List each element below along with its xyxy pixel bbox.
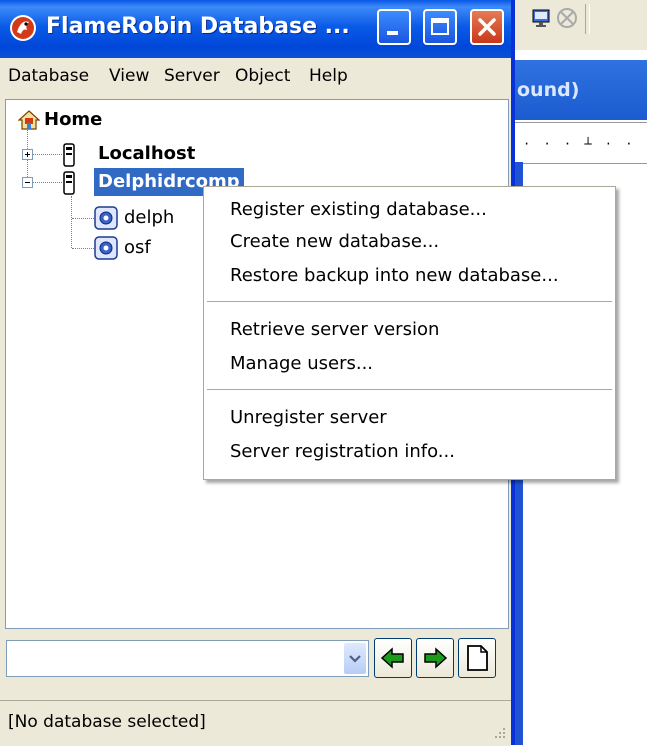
title-bar[interactable]: FlameRobin Database ...: [0, 0, 511, 58]
menu-item-server-registration-info[interactable]: Server registration info...: [230, 437, 455, 467]
dropdown-button[interactable]: [344, 643, 366, 674]
menu-view[interactable]: View: [109, 66, 149, 86]
forward-button[interactable]: [416, 638, 454, 678]
minimize-icon: [387, 31, 398, 35]
tree-connector: [72, 248, 94, 249]
server-context-menu: Register existing database... Create new…: [203, 186, 616, 480]
plus-icon: [25, 152, 30, 157]
tree-connector: [28, 154, 62, 155]
home-icon: [18, 110, 40, 130]
close-button[interactable]: [470, 9, 504, 45]
status-text: [No database selected]: [8, 712, 206, 732]
toolbar-separator: [585, 4, 590, 34]
background-ruler: · · · ┴ · ·: [515, 122, 647, 164]
flamerobin-app-icon: [10, 15, 36, 41]
menu-item-restore-backup[interactable]: Restore backup into new database...: [230, 261, 559, 291]
tree-connector: [71, 196, 72, 248]
ruler-ticks: · · · ┴ · ·: [523, 137, 636, 151]
maximize-button[interactable]: [423, 9, 457, 45]
expand-icon[interactable]: [22, 149, 33, 160]
chevron-down-icon: [349, 655, 361, 663]
menu-item-retrieve-server-version[interactable]: Retrieve server version: [230, 315, 439, 345]
tree-label-localhost: Localhost: [98, 143, 196, 164]
server-icon: [63, 171, 75, 195]
search-combo[interactable]: [6, 640, 369, 677]
forward-arrow-icon: [424, 647, 448, 669]
new-document-icon: [467, 645, 488, 671]
menu-item-register-existing-database[interactable]: Register existing database...: [230, 195, 487, 225]
background-toolbar: [515, 0, 647, 50]
window-title: FlameRobin Database ...: [46, 14, 350, 39]
menu-item-manage-users[interactable]: Manage users...: [230, 349, 373, 379]
back-button[interactable]: [374, 638, 412, 678]
tree-connector: [72, 218, 94, 219]
menu-database[interactable]: Database: [8, 66, 89, 86]
disabled-tool-icon[interactable]: [555, 6, 579, 30]
collapse-icon[interactable]: [22, 177, 33, 188]
menu-object[interactable]: Object: [235, 66, 290, 86]
tree-label-home: Home: [44, 109, 103, 130]
menu-server[interactable]: Server: [164, 66, 220, 86]
database-icon: [94, 236, 118, 260]
menu-separator: [207, 389, 612, 390]
minus-icon: [25, 182, 30, 183]
tree-label-database: delph: [124, 207, 175, 228]
new-document-button[interactable]: [458, 638, 496, 678]
resize-grip-icon[interactable]: [491, 726, 507, 742]
monitor-icon[interactable]: [531, 8, 551, 28]
menu-help[interactable]: Help: [309, 66, 348, 86]
menu-item-create-new-database[interactable]: Create new database...: [230, 227, 439, 257]
back-arrow-icon: [380, 647, 404, 669]
tree-label-database: osf: [124, 237, 151, 258]
menu-item-unregister-server[interactable]: Unregister server: [230, 403, 387, 433]
background-header: ound): [515, 60, 647, 120]
tree-connector: [28, 182, 62, 183]
server-icon: [63, 143, 75, 167]
menu-bar: Database View Server Object Help: [0, 58, 511, 96]
search-input[interactable]: [9, 643, 343, 676]
menu-separator: [207, 301, 612, 302]
close-icon: [478, 18, 496, 36]
status-bar: [No database selected]: [0, 700, 511, 746]
database-icon: [94, 206, 118, 230]
minimize-button[interactable]: [377, 9, 411, 45]
maximize-icon: [431, 18, 449, 35]
